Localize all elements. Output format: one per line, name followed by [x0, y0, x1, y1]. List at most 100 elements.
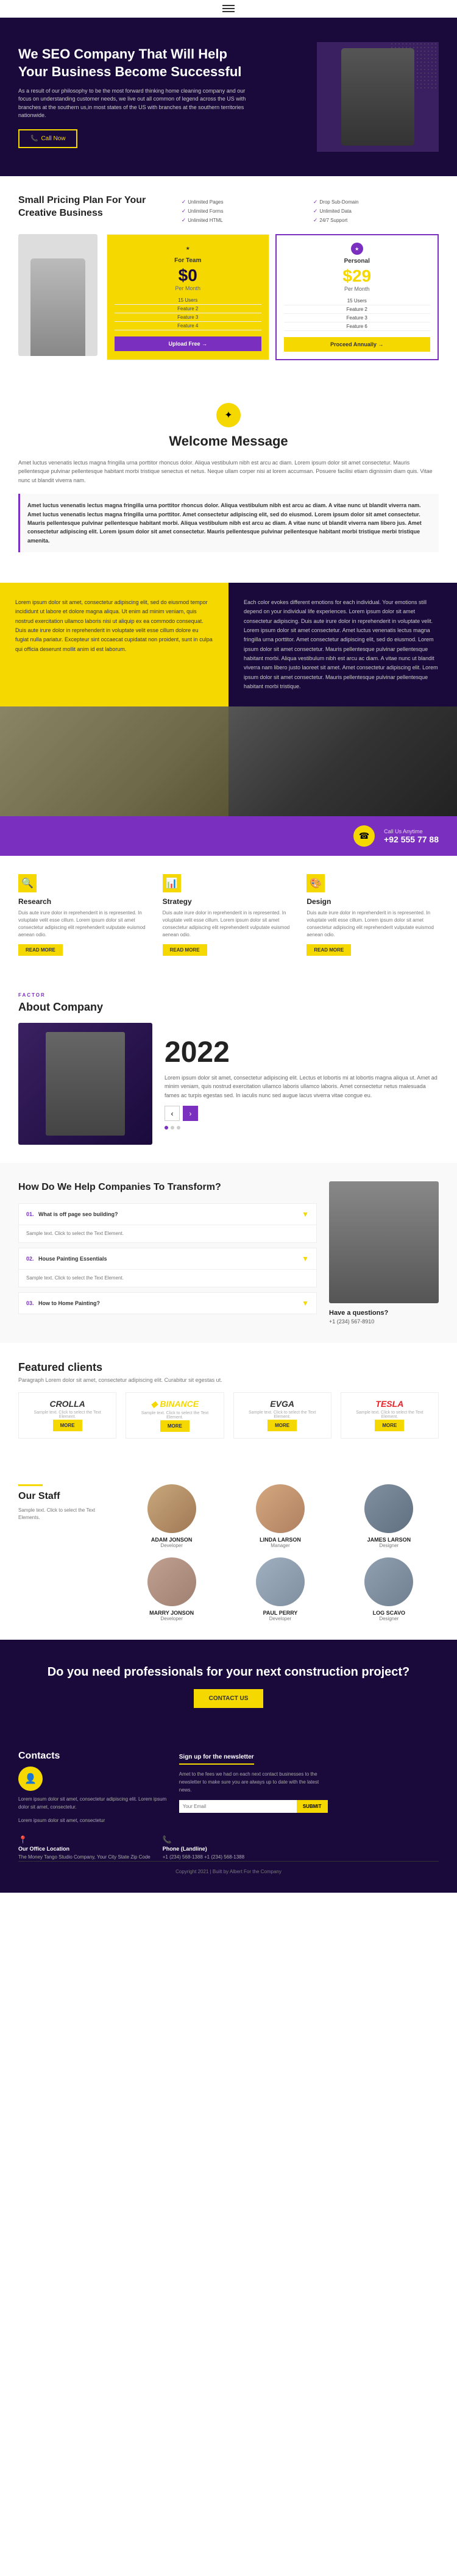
clients-subtitle: Paragraph Lorem dolor sit amet, consecte…	[18, 1377, 439, 1383]
personal-price: $29	[284, 266, 431, 286]
linda-photo	[256, 1484, 305, 1533]
call-icon: ☎	[353, 825, 375, 847]
hamburger-menu[interactable]	[222, 5, 235, 12]
clients-logos: CROLLA Sample text. Click to select the …	[18, 1392, 439, 1439]
about-text-content: 2022 Lorem ipsum dolor sit amet, consect…	[165, 1038, 439, 1130]
footer-newsletter-form: SUBMIT	[179, 1800, 328, 1813]
strategy-icon: 📊	[163, 874, 181, 892]
yellow-right: Each color evokes different emotions for…	[228, 583, 457, 706]
footer-phone: 📞 Phone (Landline) +1 (234) 568-1388 +1 …	[163, 1835, 244, 1861]
unlimited-item: ✓ Unlimited HTML	[182, 216, 307, 225]
hero-description: As a result of our philosophy to be the …	[18, 87, 250, 120]
unlimited-item: ✓ 24/7 Support	[313, 216, 439, 225]
personal-period: Per Month	[284, 286, 431, 292]
footer-empty-column	[340, 1751, 439, 1823]
service-design: 🎨 Design Duis aute irure dolor in repreh…	[306, 874, 439, 956]
yellow-left: Lorem ipsum dolor sit amet, consectetur …	[0, 583, 228, 706]
phone-icon: 📞	[163, 1835, 244, 1844]
hero-cta-button[interactable]: 📞 Call Now	[18, 129, 77, 148]
about-dot-2	[171, 1126, 174, 1130]
unlimited-item: ✓ Unlimited Forms	[182, 207, 307, 216]
client-evga: EVGA Sample text. Click to select the Te…	[233, 1392, 331, 1439]
strategy-read-more[interactable]: READ MORE	[163, 944, 207, 956]
service-research: 🔍 Research Duis aute irure dolor in repr…	[18, 874, 151, 956]
faq-contact-label: Have a questions?	[329, 1309, 439, 1317]
evga-text: Sample text. Click to select the Text El…	[240, 1411, 325, 1419]
staff-card-adam: ADAM JONSON Developer	[122, 1484, 221, 1548]
paul-photo	[256, 1557, 305, 1606]
footer-copyright: Copyright 2021 | Built by Albert For the…	[18, 1861, 439, 1874]
crolla-logo: CROLLA	[25, 1399, 110, 1409]
pricing-person-image	[18, 234, 97, 356]
footer-contacts-column: Contacts 👤 Lorem ipsum dolor sit amet, c…	[18, 1751, 167, 1823]
linda-role: Manager	[230, 1543, 330, 1548]
faq-question-1[interactable]: 01. What is off page seo building? ▼	[19, 1204, 316, 1225]
hero-section: We SEO Company That Will Help Your Busin…	[0, 18, 457, 176]
cta-contact-button[interactable]: CONTACT US	[194, 1689, 264, 1708]
staff-card-linda: LINDA LARSON Manager	[230, 1484, 330, 1548]
faq-item-1: 01. What is off page seo building? ▼ Sam…	[18, 1203, 317, 1243]
about-title: About Company	[18, 1001, 439, 1014]
faq-item-2: 02. House Painting Essentials ▼ Sample t…	[18, 1248, 317, 1287]
log-photo	[364, 1557, 413, 1606]
james-name: JAMES LARSON	[339, 1537, 439, 1543]
about-prev-btn[interactable]: ‹	[165, 1106, 180, 1121]
faq-section: How Do We Help Companies To Transform? 0…	[0, 1163, 457, 1343]
for-team-features: 15 Users Feature 2 Feature 3 Feature 4	[115, 296, 261, 330]
feature-item: Feature 2	[115, 305, 261, 313]
chevron-down-icon-1: ▼	[302, 1210, 309, 1219]
faq-question-2[interactable]: 02. House Painting Essentials ▼	[19, 1248, 316, 1269]
for-team-period: Per Month	[115, 285, 261, 291]
pricing-content: ★ For Team $0 Per Month 15 Users Feature…	[18, 234, 439, 360]
newsletter-email-input[interactable]	[179, 1800, 297, 1813]
proceed-annually-button[interactable]: Proceed Annually →	[284, 337, 431, 352]
chevron-down-icon-2: ▼	[302, 1254, 309, 1263]
binance-more-btn[interactable]: MORE	[160, 1420, 190, 1432]
about-person-shape	[46, 1032, 125, 1136]
research-read-more[interactable]: READ MORE	[18, 944, 63, 956]
pricing-cards: ★ For Team $0 Per Month 15 Users Feature…	[107, 234, 439, 360]
pricing-section: Small Pricing Plan For Your Creative Bus…	[0, 176, 457, 379]
service-strategy: 📊 Strategy Duis aute irure dolor in repr…	[163, 874, 295, 956]
upload-free-button[interactable]: Upload Free →	[115, 336, 261, 351]
unlimited-list-2: ✓ Drop Sub-Domain ✓ Unlimited Data ✓ 24/…	[313, 197, 439, 225]
adam-photo	[147, 1484, 196, 1533]
office-text: The Money Tango Studio Company, Your Cit…	[18, 1854, 151, 1861]
paul-role: Developer	[230, 1616, 330, 1621]
crolla-more-btn[interactable]: MORE	[53, 1420, 82, 1431]
faq-title: How Do We Help Companies To Transform?	[18, 1181, 317, 1194]
staff-card-james: JAMES LARSON Designer	[339, 1484, 439, 1548]
marry-name: MARRY JONSON	[122, 1610, 221, 1616]
newsletter-submit-button[interactable]: SUBMIT	[297, 1800, 328, 1813]
feature-item: 15 Users	[284, 297, 431, 305]
phone-label: Phone (Landline)	[163, 1846, 244, 1852]
feature-item: 15 Users	[115, 296, 261, 305]
footer-newsletter-heading: Sign up for the newsletter	[179, 1754, 254, 1765]
tesla-logo: TESLA	[347, 1399, 432, 1409]
hero-content: We SEO Company That Will Help Your Busin…	[18, 46, 250, 148]
unlimited-features-2: ✓ Drop Sub-Domain ✓ Unlimited Data ✓ 24/…	[313, 194, 439, 225]
adam-name: ADAM JONSON	[122, 1537, 221, 1543]
research-icon: 🔍	[18, 874, 37, 892]
cta-section: Do you need professionals for your next …	[0, 1640, 457, 1732]
evga-more-btn[interactable]: MORE	[267, 1420, 297, 1431]
faq-right: Have a questions? +1 (234) 567-8910	[329, 1181, 439, 1325]
chevron-down-icon-3: ▼	[302, 1299, 309, 1308]
james-photo	[364, 1484, 413, 1533]
welcome-title: Welcome Message	[18, 433, 439, 449]
for-team-price: $0	[115, 266, 261, 285]
about-content: 2022 Lorem ipsum dolor sit amet, consect…	[18, 1023, 439, 1145]
about-year-text: Lorem ipsum dolor sit amet, consectetur …	[165, 1073, 439, 1100]
research-title: Research	[18, 897, 151, 906]
personal-card-icon: ★	[351, 243, 363, 255]
about-next-btn[interactable]: ›	[183, 1106, 198, 1121]
contact-bar-info: Call Us Anytime +92 555 77 88	[384, 828, 439, 844]
faq-question-text-2: House Painting Essentials	[38, 1256, 107, 1262]
tesla-more-btn[interactable]: MORE	[375, 1420, 404, 1431]
design-read-more[interactable]: READ MORE	[306, 944, 351, 956]
binance-logo: ◆ BINANCE	[132, 1399, 217, 1409]
staff-card-paul: PAUL PERRY Developer	[230, 1557, 330, 1621]
footer: Contacts 👤 Lorem ipsum dolor sit amet, c…	[0, 1732, 457, 1893]
faq-num-1: 01.	[26, 1211, 34, 1217]
faq-question-3[interactable]: 03. How to Home Painting? ▼	[19, 1293, 316, 1314]
